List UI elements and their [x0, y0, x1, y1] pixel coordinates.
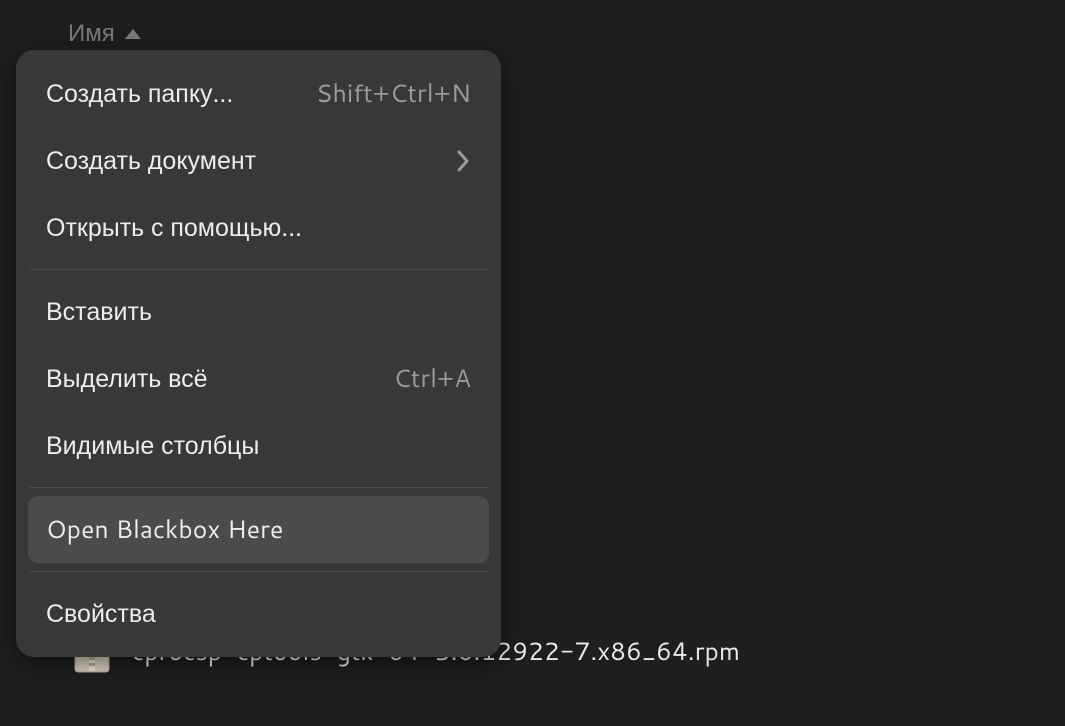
menu-label: Создать папку… — [46, 76, 234, 111]
menu-label: Выделить всё — [46, 361, 208, 396]
menu-shortcut: Ctrl+A — [393, 361, 471, 396]
menu-label: Свойства — [46, 596, 156, 631]
menu-label: Видимые столбцы — [46, 428, 259, 463]
menu-label: Создать документ — [46, 143, 256, 178]
menu-create-document[interactable]: Создать документ — [28, 127, 489, 194]
menu-select-all[interactable]: Выделить всё Ctrl+A — [28, 345, 489, 412]
menu-create-folder[interactable]: Создать папку… Shift+Ctrl+N — [28, 60, 489, 127]
menu-label: Открыть с помощью… — [46, 210, 302, 245]
chevron-right-icon — [455, 148, 471, 174]
sort-ascending-icon — [123, 15, 143, 49]
menu-shortcut: Shift+Ctrl+N — [316, 76, 471, 111]
menu-label: Open Blackbox Here — [46, 512, 283, 547]
menu-separator — [30, 269, 487, 270]
column-header-label: Имя — [68, 15, 115, 49]
menu-separator — [30, 571, 487, 572]
menu-visible-columns[interactable]: Видимые столбцы — [28, 412, 489, 479]
menu-paste[interactable]: Вставить — [28, 278, 489, 345]
menu-separator — [30, 487, 487, 488]
menu-properties[interactable]: Свойства — [28, 580, 489, 647]
menu-open-with[interactable]: Открыть с помощью… — [28, 194, 489, 261]
column-header-name[interactable]: Имя — [0, 15, 1065, 49]
menu-open-blackbox[interactable]: Open Blackbox Here — [28, 496, 489, 563]
menu-label: Вставить — [46, 294, 152, 329]
context-menu: Создать папку… Shift+Ctrl+N Создать доку… — [16, 50, 501, 657]
